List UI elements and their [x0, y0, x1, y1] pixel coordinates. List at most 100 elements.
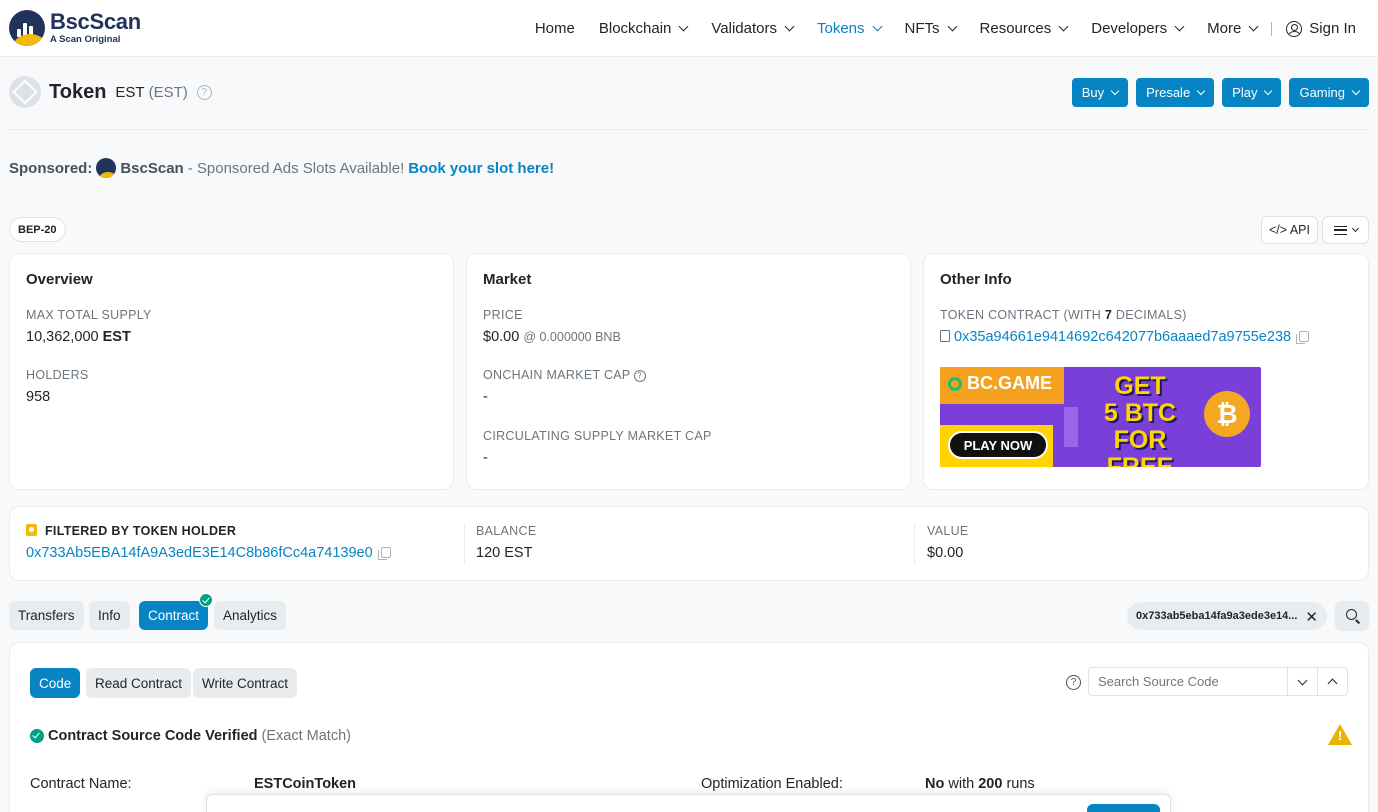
- more-options-button[interactable]: [1322, 216, 1369, 244]
- subtab-write-contract[interactable]: Write Contract: [193, 668, 298, 698]
- nav-nfts[interactable]: NFTs: [905, 20, 957, 37]
- nav-developers[interactable]: Developers: [1091, 20, 1185, 37]
- sponsored-text: - Sponsored Ads Slots Available!: [187, 159, 405, 177]
- token-logo-icon: [9, 76, 41, 108]
- contract-label: TOKEN CONTRACT (WITH 7 DECIMALS): [940, 308, 1187, 322]
- value-label: VALUE: [927, 524, 969, 538]
- bcgame-ad-banner[interactable]: BC.GAME PLAY NOW GET 5 BTC FOR FREE ₿: [940, 367, 1261, 467]
- play-button[interactable]: Play: [1222, 78, 1282, 107]
- api-button[interactable]: </> API: [1261, 216, 1318, 244]
- copy-icon[interactable]: [1296, 331, 1310, 344]
- overview-card: Overview MAX TOTAL SUPPLY 10,362,000 EST…: [9, 253, 454, 490]
- nav-more[interactable]: More: [1207, 20, 1259, 37]
- search-source-code-input[interactable]: [1088, 667, 1288, 696]
- optimization-value: No with 200 runs: [925, 776, 1035, 792]
- close-icon[interactable]: ✕: [1305, 608, 1318, 626]
- chevron-down-icon: [1297, 675, 1308, 686]
- chevron-down-icon: [1351, 86, 1361, 95]
- ad-brand: BC.GAME: [948, 373, 1052, 394]
- bscscan-mini-logo-icon: [96, 158, 117, 178]
- nav-home[interactable]: Home: [535, 20, 575, 37]
- cookie-accept-button[interactable]: [1087, 804, 1160, 812]
- chevron-down-icon: [784, 21, 795, 32]
- chevron-down-icon: [1110, 86, 1120, 95]
- main-nav: Home Blockchain Validators Tokens NFTs R…: [511, 0, 1356, 57]
- ad-play-now-button[interactable]: PLAY NOW: [948, 431, 1048, 459]
- token-standard-badge: BEP-20: [9, 217, 66, 242]
- balance-value: 120 EST: [476, 545, 533, 561]
- nav-tokens[interactable]: Tokens: [817, 20, 882, 37]
- other-info-title: Other Info: [940, 271, 1012, 288]
- tab-contract[interactable]: Contract: [139, 601, 209, 630]
- bscscan-logo[interactable]: BscScan A Scan Original: [9, 10, 141, 46]
- contract-panel: Code Read Contract Write Contract ? Cont…: [9, 642, 1369, 812]
- search-icon: [1346, 609, 1357, 620]
- contract-address-link[interactable]: 0x35a94661e9414692c642077b6aaaed7a9755e2…: [954, 329, 1291, 345]
- onchain-cap-value: -: [483, 389, 488, 405]
- chevron-down-icon: [947, 21, 957, 32]
- subtab-read-contract[interactable]: Read Contract: [86, 668, 192, 698]
- chevron-down-icon: [1174, 21, 1185, 32]
- tab-info[interactable]: Info: [89, 601, 130, 630]
- token-symbol: (EST): [148, 83, 188, 101]
- optimization-label: Optimization Enabled:: [701, 776, 843, 792]
- value-value: $0.00: [927, 545, 964, 561]
- copy-icon[interactable]: [377, 547, 391, 560]
- help-icon[interactable]: ?: [1066, 675, 1081, 690]
- chevron-up-icon: [1327, 678, 1338, 689]
- sign-in-link[interactable]: Sign In: [1286, 20, 1356, 37]
- nav-resources[interactable]: Resources: [980, 20, 1069, 37]
- presale-button[interactable]: Presale: [1136, 78, 1215, 107]
- ad-headline: GET 5 BTC FOR FREE: [1103, 372, 1177, 468]
- max-supply-value: 10,362,000 EST: [26, 329, 131, 345]
- wallet-icon: [26, 524, 37, 536]
- chevron-down-icon: [872, 21, 882, 32]
- holder-filter-card: FILTERED BY TOKEN HOLDER 0x733Ab5EBA14fA…: [9, 506, 1369, 581]
- tab-transfers[interactable]: Transfers: [9, 601, 84, 630]
- help-icon[interactable]: ?: [633, 369, 646, 382]
- warning-icon[interactable]: [1328, 724, 1352, 745]
- verified-status: Contract Source Code Verified (Exact Mat…: [30, 728, 351, 744]
- price-value: $0.00 @ 0.000000 BNB: [483, 329, 621, 345]
- sponsored-brand: BscScan: [120, 159, 184, 177]
- contract-name-value: ESTCoinToken: [254, 776, 357, 792]
- subtab-code[interactable]: Code: [30, 668, 81, 698]
- nav-blockchain[interactable]: Blockchain: [599, 20, 689, 37]
- bcgame-logo-icon: [948, 376, 962, 391]
- title-word: Token: [49, 80, 107, 103]
- verified-check-icon: [199, 593, 213, 607]
- title-divider: [9, 129, 1369, 130]
- address-filter-chip: 0x733ab5eba14fa9a3ede3e14... ✕: [1127, 602, 1327, 630]
- prev-match-button[interactable]: [1317, 667, 1348, 696]
- chevron-down-icon: [678, 21, 689, 32]
- filter-label: FILTERED BY TOKEN HOLDER: [26, 524, 236, 538]
- user-circle-icon: [1286, 20, 1303, 37]
- help-icon[interactable]: ?: [196, 84, 212, 100]
- search-button[interactable]: [1335, 601, 1369, 631]
- check-circle-icon: [30, 729, 44, 743]
- gaming-button[interactable]: Gaming: [1289, 78, 1369, 107]
- chevron-down-icon: [1264, 86, 1273, 95]
- chevron-down-icon: [1058, 21, 1069, 32]
- logo-name: BscScan: [50, 9, 141, 35]
- buy-button[interactable]: Buy: [1071, 78, 1129, 107]
- book-slot-link[interactable]: Book your slot here!: [408, 160, 554, 177]
- tab-analytics[interactable]: Analytics: [214, 601, 287, 630]
- address-chip-text: 0x733ab5eba14fa9a3ede3e14...: [1136, 610, 1298, 622]
- sponsored-banner: Sponsored: BscScan - Sponsored Ads Slots…: [9, 158, 554, 178]
- price-label: PRICE: [483, 308, 523, 322]
- page-title: Token EST (EST) ?: [9, 76, 212, 108]
- action-buttons: Buy Presale Play Gaming: [1064, 78, 1369, 107]
- top-navbar: BscScan A Scan Original Home Blockchain …: [0, 0, 1378, 57]
- bitcoin-bag-icon: ₿: [1204, 391, 1250, 437]
- market-title: Market: [483, 271, 532, 288]
- chevron-down-icon: [1351, 224, 1359, 232]
- holder-address-link[interactable]: 0x733Ab5EBA14fA9A3edE3E14C8b86fCc4a74139…: [26, 545, 373, 561]
- chevron-down-icon: [1196, 86, 1206, 95]
- sponsored-label: Sponsored:: [9, 159, 93, 177]
- nav-validators[interactable]: Validators: [711, 20, 795, 37]
- logo-tagline: A Scan Original: [50, 34, 121, 46]
- next-match-button[interactable]: [1287, 667, 1318, 696]
- contract-name-label: Contract Name:: [30, 776, 132, 792]
- circ-cap-value: -: [483, 450, 488, 466]
